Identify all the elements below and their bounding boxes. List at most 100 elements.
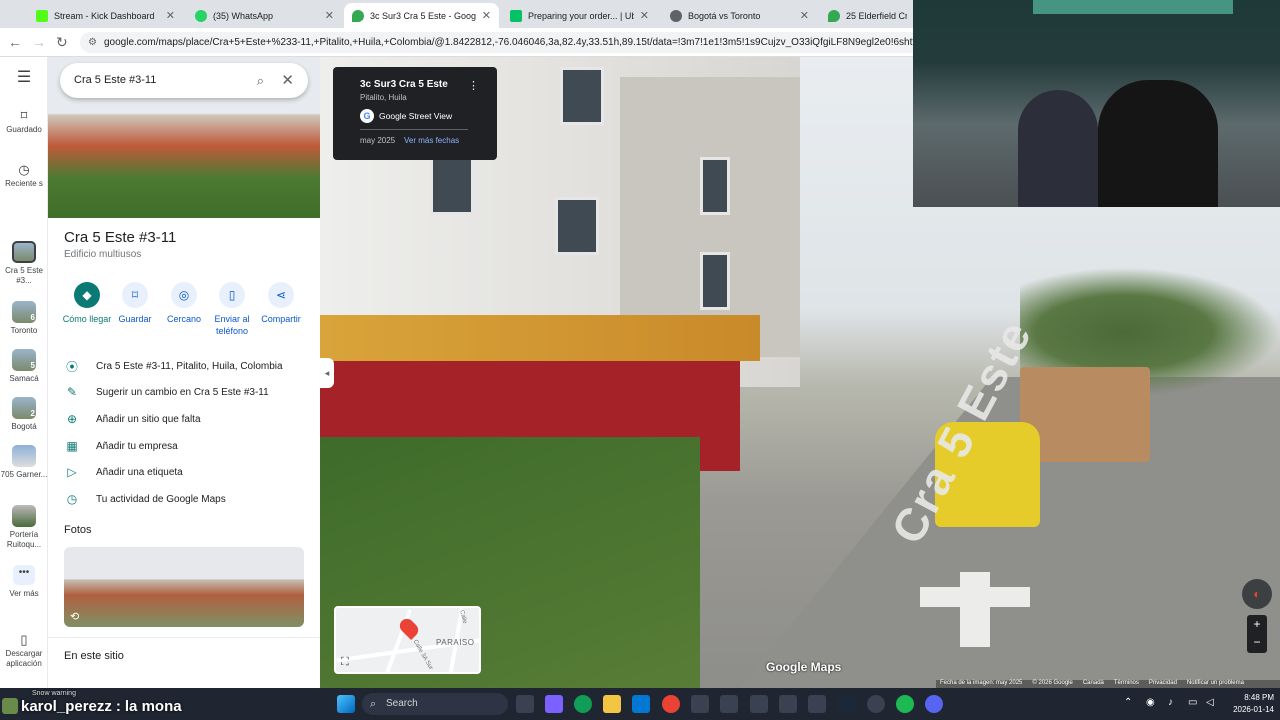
- search-icon[interactable]: ⌕: [257, 63, 264, 98]
- notepad-icon[interactable]: [808, 695, 826, 713]
- close-icon[interactable]: ✕: [166, 9, 175, 22]
- tab-whatsapp[interactable]: (35) WhatsApp ✕: [187, 3, 342, 28]
- directions-button[interactable]: ◆ Cómo llegar: [61, 282, 113, 325]
- see-more-dates-link[interactable]: Ver más fechas: [404, 136, 459, 145]
- street-view-360-icon: ⟲: [70, 611, 80, 623]
- terms-link[interactable]: Términos: [1114, 680, 1139, 688]
- close-icon[interactable]: ✕: [281, 63, 294, 98]
- rail-recent-bogota[interactable]: 2 Bogotá: [0, 397, 48, 432]
- directions-icon: ◆: [74, 282, 100, 308]
- chrome-icon[interactable]: [662, 695, 680, 713]
- add-place-row[interactable]: ⊕ Añadir un sitio que falta: [64, 409, 314, 429]
- share-button[interactable]: ⋖ Compartir: [255, 282, 307, 325]
- rail-recent-garner[interactable]: 705 Garner...: [0, 445, 48, 480]
- steam-icon[interactable]: [837, 695, 855, 713]
- section-heading: En este sitio: [64, 650, 124, 662]
- maps-rail: ☰ ⌑ Guardado ◷ Reciente s Cra 5 Este #3.…: [0, 57, 48, 688]
- taskbar-clock[interactable]: 8:48 PM 2026-01-14: [1224, 692, 1274, 716]
- spotify-icon[interactable]: [896, 695, 914, 713]
- divider: [48, 637, 320, 638]
- send-to-phone-button[interactable]: ▯ Enviar al teléfono: [206, 282, 258, 337]
- history-icon: ◷: [18, 162, 30, 177]
- site-info-icon[interactable]: ⚙: [88, 32, 97, 53]
- location-pin-icon: ⦿: [65, 359, 78, 374]
- forward-icon[interactable]: →: [32, 34, 46, 50]
- capcut-icon[interactable]: [779, 695, 797, 713]
- rail-recent-cra5[interactable]: Cra 5 Este #3...: [0, 241, 48, 286]
- map-footer: Fecha de la imagen: may 2025 © 2026 Goog…: [936, 680, 1280, 688]
- store-icon[interactable]: [691, 695, 709, 713]
- reload-icon[interactable]: ↻: [56, 34, 68, 51]
- search-input[interactable]: Cra 5 Este #3-11 ⌕ ✕: [60, 63, 308, 98]
- windows-start-icon[interactable]: [337, 695, 355, 713]
- collapse-panel-button[interactable]: ◂: [320, 358, 334, 388]
- window: [700, 252, 730, 310]
- microphone-icon[interactable]: ♪: [1168, 697, 1173, 708]
- more-vert-icon[interactable]: ⋮: [468, 79, 479, 92]
- copilot-icon[interactable]: [545, 695, 563, 713]
- expand-icon[interactable]: ⛶: [341, 656, 349, 669]
- add-business-row[interactable]: ▦ Añadir tu empresa: [64, 436, 314, 456]
- store-awning: [320, 315, 760, 361]
- tab-bogota-toronto[interactable]: Bogotá vs Toronto ✕: [662, 3, 817, 28]
- compass-icon[interactable]: ◐: [1242, 579, 1272, 609]
- rail-recent-porteria[interactable]: Portería Ruitoqu...: [0, 505, 48, 550]
- discord-icon[interactable]: [925, 695, 943, 713]
- rail-recents[interactable]: ◷ Reciente s: [0, 162, 48, 189]
- rail-recent-toronto[interactable]: 6 Toronto: [0, 301, 48, 336]
- add-place-icon: ⊕: [66, 412, 78, 426]
- streamer-person: [1098, 80, 1218, 207]
- add-label-row[interactable]: ▷ Añadir una etiqueta: [64, 462, 314, 482]
- taskbar-search[interactable]: ⌕ Search: [362, 693, 508, 715]
- window: [430, 157, 474, 215]
- tab-elderfield[interactable]: 25 Elderfield Crescen: [820, 3, 915, 28]
- task-view-icon[interactable]: [516, 695, 534, 713]
- close-icon[interactable]: ✕: [482, 9, 491, 22]
- save-button[interactable]: ⌑ Guardar: [109, 282, 161, 325]
- place-category: Edificio multiusos: [64, 249, 142, 260]
- close-icon[interactable]: ✕: [325, 9, 334, 22]
- road-marking: [960, 572, 990, 647]
- rail-see-more[interactable]: ••• Ver más: [0, 565, 48, 599]
- google-g-icon: G: [360, 109, 374, 123]
- outlook-icon[interactable]: [632, 695, 650, 713]
- tab-uber-eats[interactable]: Preparing your order... | Uber E ✕: [502, 3, 657, 28]
- app-icon[interactable]: [750, 695, 768, 713]
- volume-icon[interactable]: ◁: [1206, 697, 1214, 708]
- photo-thumbnail[interactable]: ⟲: [64, 547, 304, 627]
- network-icon[interactable]: ▭: [1188, 697, 1197, 708]
- place-thumbnail: 2: [12, 397, 36, 419]
- privacy-link[interactable]: Privacidad: [1149, 680, 1177, 688]
- place-title: Cra 5 Este #3-11: [64, 229, 177, 246]
- back-icon[interactable]: ←: [8, 34, 22, 50]
- file-explorer-icon[interactable]: [603, 695, 621, 713]
- zoom-out-button[interactable]: −: [1247, 633, 1267, 651]
- rail-download-app[interactable]: ▯ Descargar aplicación: [0, 633, 48, 669]
- chat-overlay: Snow warning karol_perezz : la mona: [2, 690, 182, 717]
- chevron-up-icon[interactable]: ⌃: [1124, 697, 1132, 708]
- tab-kick[interactable]: Stream - Kick Dashboard ✕: [28, 3, 183, 28]
- windows-taskbar: ⌕ Search ⌃ ◉ ♪ ▭ ◁ 8:48 PM 2026-01-14: [0, 688, 1280, 720]
- app-icon[interactable]: [720, 695, 738, 713]
- close-icon[interactable]: ✕: [640, 9, 649, 22]
- tab-google-maps[interactable]: 3c Sur3 Cra 5 Este - Google Ma ✕: [344, 3, 499, 28]
- place-thumbnail: 6: [12, 301, 36, 323]
- menu-icon[interactable]: ☰: [0, 70, 48, 86]
- edit-icon: ✎: [66, 385, 78, 399]
- address-row[interactable]: ⦿ Cra 5 Este #3-11, Pitalito, Huila, Col…: [64, 356, 314, 376]
- suggest-edit-row[interactable]: ✎ Sugerir un cambio en Cra 5 Este #3-11: [64, 382, 314, 402]
- rail-saved[interactable]: ⌑ Guardado: [0, 109, 48, 135]
- tray-app-icon[interactable]: ◉: [1146, 697, 1155, 708]
- zoom-in-button[interactable]: +: [1247, 615, 1267, 633]
- webcam-overlay: [913, 0, 1280, 207]
- obs-icon[interactable]: [867, 695, 885, 713]
- report-problem-link[interactable]: Notificar un problema: [1187, 680, 1244, 688]
- rail-recent-samaca[interactable]: 5 Samacá: [0, 349, 48, 384]
- edge-icon[interactable]: [574, 695, 592, 713]
- nearby-button[interactable]: ◎ Cercano: [158, 282, 210, 325]
- mini-map[interactable]: Calle 3A Sur Calle PARAISO ⛶: [334, 606, 481, 674]
- place-thumbnail: 5: [12, 349, 36, 371]
- region-link[interactable]: Canadá: [1083, 680, 1104, 688]
- close-icon[interactable]: ✕: [800, 9, 809, 22]
- maps-activity-row[interactable]: ◷ Tu actividad de Google Maps: [64, 489, 314, 509]
